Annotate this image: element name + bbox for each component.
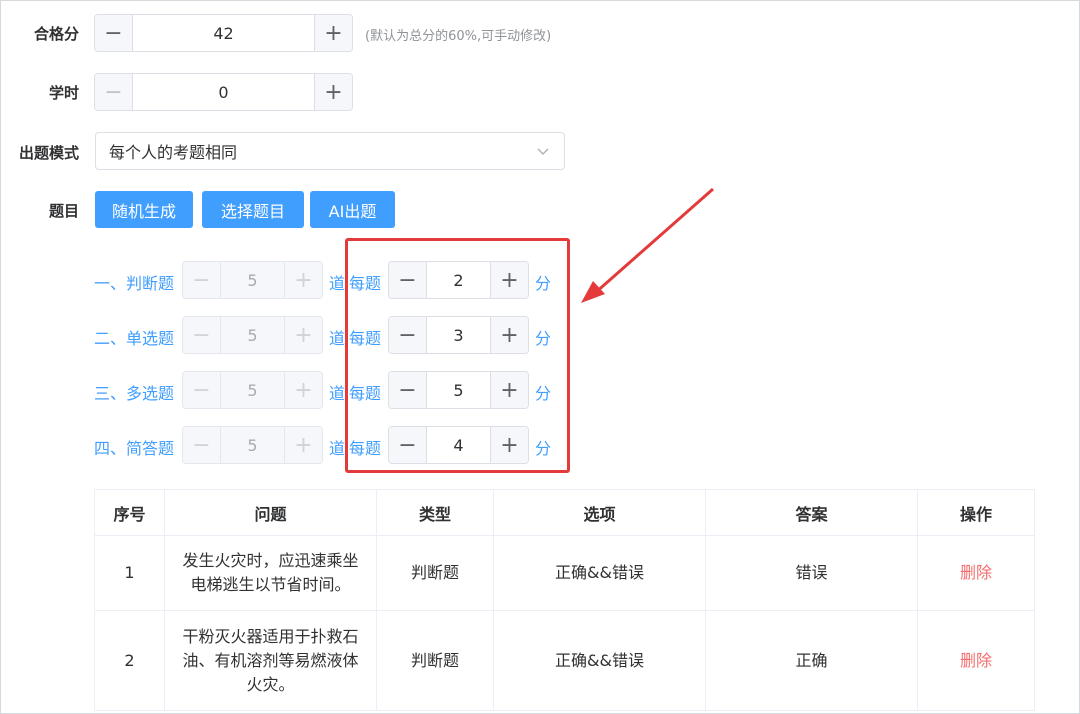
minus-icon[interactable]: − xyxy=(183,372,221,408)
cell-no: 2 xyxy=(94,610,165,711)
qtype-count-input[interactable]: 5 xyxy=(221,262,284,298)
cell-answer: 错误 xyxy=(705,535,918,611)
delete-link[interactable]: 删除 xyxy=(960,563,992,582)
col-header-answer: 答案 xyxy=(705,489,918,536)
ai-questions-button[interactable]: AI出题 xyxy=(310,191,395,228)
plus-icon[interactable]: + xyxy=(314,74,352,110)
qtype-count-input[interactable]: 5 xyxy=(221,372,284,408)
minus-icon[interactable]: − xyxy=(183,317,221,353)
cell-question: 发生火灾时，应迅速乘坐电梯逃生以节省时间。 xyxy=(164,535,377,611)
count-unit: 道 xyxy=(329,274,346,293)
mode-select[interactable]: 每个人的考题相同 xyxy=(95,132,565,170)
col-header-type: 类型 xyxy=(376,489,494,536)
delete-link[interactable]: 删除 xyxy=(960,651,992,670)
count-unit: 道 xyxy=(329,384,346,403)
col-header-options: 选项 xyxy=(493,489,706,536)
mode-label: 出题模式 xyxy=(18,144,79,162)
hours-stepper: − 0 + xyxy=(94,73,353,111)
annotation-arrow-icon xyxy=(581,187,714,303)
table-row: 1 发生火灾时，应迅速乘坐电梯逃生以节省时间。 判断题 正确&&错误 错误 删除 xyxy=(94,535,1035,611)
exam-settings-form: 合格分 − 42 + (默认为总分的60%,可手动修改) 学时 − 0 + 出题… xyxy=(0,0,1080,714)
minus-icon[interactable]: − xyxy=(183,262,221,298)
qtype-count-input[interactable]: 5 xyxy=(221,427,284,463)
plus-icon[interactable]: + xyxy=(284,262,322,298)
cell-no: 1 xyxy=(94,535,165,611)
chevron-down-icon xyxy=(537,148,549,155)
cell-options: 正确&&错误 xyxy=(493,610,706,711)
pass-score-stepper: − 42 + xyxy=(94,14,353,52)
pass-score-input[interactable]: 42 xyxy=(133,15,314,51)
random-generate-button[interactable]: 随机生成 xyxy=(95,191,193,228)
question-table: 序号 问题 类型 选项 答案 操作 1 发生火灾时，应迅速乘坐电梯逃生以节省时间… xyxy=(94,489,1035,711)
col-header-no: 序号 xyxy=(94,489,165,536)
cell-question: 干粉灭火器适用于扑救石油、有机溶剂等易燃液体火灾。 xyxy=(164,610,377,711)
plus-icon[interactable]: + xyxy=(284,372,322,408)
qtype-count-stepper: − 5 + xyxy=(182,261,323,299)
hours-input[interactable]: 0 xyxy=(133,74,314,110)
qtype-label-single: 二、单选题 xyxy=(94,329,175,348)
cell-answer: 正确 xyxy=(705,610,918,711)
minus-icon[interactable]: − xyxy=(95,74,133,110)
highlight-box xyxy=(345,238,570,473)
plus-icon[interactable]: + xyxy=(284,317,322,353)
pass-score-hint: (默认为总分的60%,可手动修改) xyxy=(365,29,552,44)
pass-score-label: 合格分 xyxy=(33,25,79,43)
col-header-question: 问题 xyxy=(164,489,377,536)
minus-icon[interactable]: − xyxy=(95,15,133,51)
qtype-count-stepper: − 5 + xyxy=(182,371,323,409)
cell-type: 判断题 xyxy=(376,610,494,711)
count-unit: 道 xyxy=(329,329,346,348)
cell-options: 正确&&错误 xyxy=(493,535,706,611)
qtype-label-judge: 一、判断题 xyxy=(94,274,175,293)
minus-icon[interactable]: − xyxy=(183,427,221,463)
questions-label: 题目 xyxy=(48,202,79,220)
cell-type: 判断题 xyxy=(376,535,494,611)
qtype-count-stepper: − 5 + xyxy=(182,426,323,464)
count-unit: 道 xyxy=(329,439,346,458)
plus-icon[interactable]: + xyxy=(314,15,352,51)
hours-label: 学时 xyxy=(48,84,79,102)
table-header-row: 序号 问题 类型 选项 答案 操作 xyxy=(94,489,1035,536)
qtype-label-short-answer: 四、简答题 xyxy=(94,439,175,458)
qtype-count-stepper: − 5 + xyxy=(182,316,323,354)
select-questions-button[interactable]: 选择题目 xyxy=(202,191,304,228)
table-row: 2 干粉灭火器适用于扑救石油、有机溶剂等易燃液体火灾。 判断题 正确&&错误 正… xyxy=(94,610,1035,711)
qtype-label-multi: 三、多选题 xyxy=(94,384,175,403)
plus-icon[interactable]: + xyxy=(284,427,322,463)
col-header-action: 操作 xyxy=(917,489,1035,536)
mode-selected-value: 每个人的考题相同 xyxy=(109,143,238,162)
qtype-count-input[interactable]: 5 xyxy=(221,317,284,353)
